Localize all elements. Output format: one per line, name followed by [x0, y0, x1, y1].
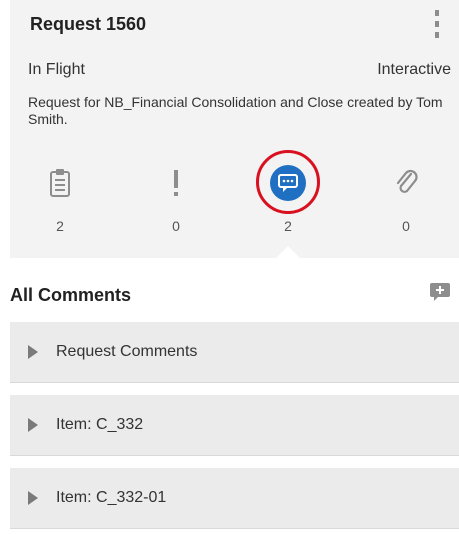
list-item-c332[interactable]: Item: C_332 — [10, 395, 459, 456]
expand-caret-icon — [28, 418, 38, 432]
expand-caret-icon — [28, 491, 38, 505]
tasks-metric[interactable]: 2 — [30, 162, 90, 234]
active-tab-pointer — [276, 246, 300, 258]
request-mode: Interactive — [377, 61, 451, 78]
list-item-c332-01[interactable]: Item: C_332-01 — [10, 468, 459, 529]
clipboard-icon — [30, 162, 90, 204]
alerts-count: 0 — [172, 218, 180, 234]
list-item-label: Item: C_332-01 — [56, 489, 167, 506]
expand-caret-icon — [28, 345, 38, 359]
list-item-request-comments[interactable]: Request Comments — [10, 322, 459, 383]
alerts-metric[interactable]: 0 — [146, 162, 206, 234]
request-title: Request 1560 — [30, 14, 147, 34]
more-options-icon[interactable] — [433, 10, 441, 38]
paperclip-icon — [376, 162, 436, 204]
request-description: Request for NB_Financial Consolidation a… — [28, 94, 443, 127]
add-comment-icon[interactable] — [429, 282, 451, 302]
comment-highlight-circle — [256, 150, 320, 214]
request-status: In Flight — [28, 61, 85, 78]
attachments-metric[interactable]: 0 — [376, 162, 436, 234]
all-comments-title: All Comments — [10, 285, 132, 305]
comments-count: 2 — [284, 218, 292, 234]
comments-list: Request Comments Item: C_332 Item: C_332… — [10, 322, 459, 529]
exclamation-icon — [146, 162, 206, 204]
list-item-label: Request Comments — [56, 343, 198, 360]
tasks-count: 2 — [56, 218, 64, 234]
attachments-count: 0 — [402, 218, 410, 234]
list-item-label: Item: C_332 — [56, 416, 144, 433]
